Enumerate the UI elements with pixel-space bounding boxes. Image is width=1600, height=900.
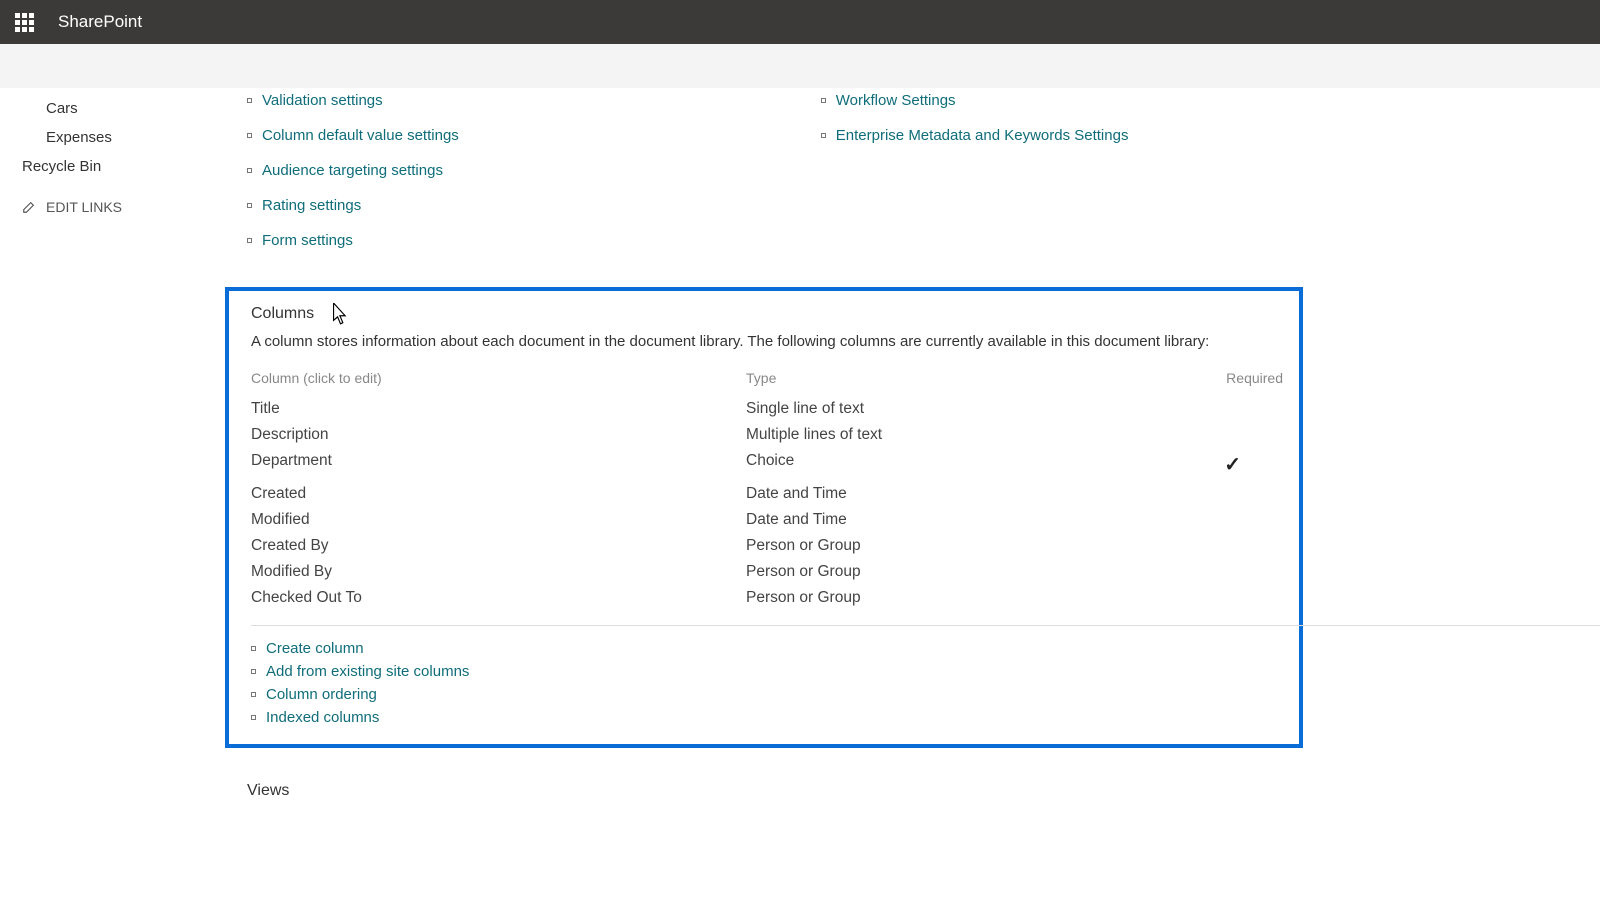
bullet-icon <box>247 98 252 103</box>
column-action-label: Add from existing site columns <box>266 663 469 680</box>
bullet-icon <box>251 692 256 697</box>
column-name-link[interactable]: Description <box>251 426 746 444</box>
column-action-link[interactable]: Create column <box>251 640 1299 657</box>
table-row: ModifiedDate and Time <box>251 507 1299 533</box>
settings-link-label: Rating settings <box>262 197 361 214</box>
table-row: TitleSingle line of text <box>251 396 1299 422</box>
column-name-link[interactable]: Department <box>251 452 746 477</box>
column-action-link[interactable]: Column ordering <box>251 686 1299 703</box>
column-type: Date and Time <box>746 485 1196 503</box>
settings-link[interactable]: Validation settings <box>247 92 459 109</box>
sidebar-item-cars[interactable]: Cars <box>0 94 225 123</box>
columns-header-type: Type <box>746 370 1196 386</box>
table-row: CreatedDate and Time <box>251 481 1299 507</box>
columns-heading: Columns <box>251 305 1299 323</box>
column-name-link[interactable]: Checked Out To <box>251 589 746 607</box>
pencil-icon <box>22 200 36 214</box>
settings-link-label: Column default value settings <box>262 127 459 144</box>
column-type: Person or Group <box>746 589 1196 607</box>
column-required: ✓ <box>1196 452 1299 477</box>
checkmark-icon: ✓ <box>1224 454 1283 476</box>
column-required <box>1196 426 1299 444</box>
bullet-icon <box>247 168 252 173</box>
settings-link-label: Audience targeting settings <box>262 162 443 179</box>
column-type: Multiple lines of text <box>746 426 1196 444</box>
column-required <box>1196 400 1299 418</box>
settings-link-label: Enterprise Metadata and Keywords Setting… <box>836 127 1129 144</box>
columns-table: Column (click to edit) Type Required Tit… <box>251 366 1299 611</box>
top-bar: SharePoint <box>0 0 1600 44</box>
settings-link[interactable]: Form settings <box>247 232 459 249</box>
column-type: Date and Time <box>746 511 1196 529</box>
brand-title: SharePoint <box>58 12 142 32</box>
table-row: DescriptionMultiple lines of text <box>251 422 1299 448</box>
columns-header-required: Required <box>1196 370 1299 386</box>
general-settings-links-right: Workflow Settings Enterprise Metadata and… <box>799 92 1129 249</box>
column-name-link[interactable]: Modified <box>251 511 746 529</box>
settings-link-label: Validation settings <box>262 92 383 109</box>
bullet-icon <box>247 238 252 243</box>
bullet-icon <box>247 203 252 208</box>
column-type: Choice <box>746 452 1196 477</box>
main-content: Validation settings Column default value … <box>225 88 1600 840</box>
divider <box>251 625 1600 626</box>
bullet-icon <box>247 133 252 138</box>
column-actions: Create column Add from existing site colu… <box>251 640 1299 726</box>
column-name-link[interactable]: Title <box>251 400 746 418</box>
bullet-icon <box>251 669 256 674</box>
sidebar-item-recycle-bin[interactable]: Recycle Bin <box>0 152 225 181</box>
settings-link[interactable]: Enterprise Metadata and Keywords Setting… <box>821 127 1129 144</box>
columns-section: Columns A column stores information abou… <box>225 287 1303 748</box>
column-action-label: Indexed columns <box>266 709 379 726</box>
column-name-link[interactable]: Created By <box>251 537 746 555</box>
views-heading: Views <box>225 782 1600 800</box>
column-action-link[interactable]: Indexed columns <box>251 709 1299 726</box>
settings-link[interactable]: Workflow Settings <box>821 92 1129 109</box>
column-required <box>1196 537 1299 555</box>
column-name-link[interactable]: Created <box>251 485 746 503</box>
table-row: Checked Out ToPerson or Group <box>251 585 1299 611</box>
table-row: Created ByPerson or Group <box>251 533 1299 559</box>
table-row: Modified ByPerson or Group <box>251 559 1299 585</box>
sidebar-item-expenses[interactable]: Expenses <box>0 123 225 152</box>
left-navigation: Cars Expenses Recycle Bin EDIT LINKS <box>0 88 225 840</box>
settings-link-label: Workflow Settings <box>836 92 956 109</box>
settings-link[interactable]: Column default value settings <box>247 127 459 144</box>
general-settings-links: Validation settings Column default value … <box>225 92 459 249</box>
column-action-label: Column ordering <box>266 686 377 703</box>
columns-description: A column stores information about each d… <box>251 333 1299 350</box>
app-launcher-icon[interactable] <box>8 6 40 38</box>
column-required <box>1196 511 1299 529</box>
edit-links-button[interactable]: EDIT LINKS <box>0 181 225 221</box>
column-type: Person or Group <box>746 563 1196 581</box>
column-type: Single line of text <box>746 400 1196 418</box>
settings-link[interactable]: Rating settings <box>247 197 459 214</box>
column-action-label: Create column <box>266 640 364 657</box>
column-required <box>1196 485 1299 503</box>
column-required <box>1196 589 1299 607</box>
columns-header-name: Column (click to edit) <box>251 370 746 386</box>
settings-link-label: Form settings <box>262 232 353 249</box>
edit-links-label: EDIT LINKS <box>46 199 122 215</box>
column-name-link[interactable]: Modified By <box>251 563 746 581</box>
bullet-icon <box>821 133 826 138</box>
bullet-icon <box>821 98 826 103</box>
table-row: DepartmentChoice ✓ <box>251 448 1299 481</box>
bullet-icon <box>251 715 256 720</box>
bullet-icon <box>251 646 256 651</box>
column-type: Person or Group <box>746 537 1196 555</box>
column-action-link[interactable]: Add from existing site columns <box>251 663 1299 680</box>
ribbon-bar <box>0 44 1600 88</box>
column-required <box>1196 563 1299 581</box>
settings-link[interactable]: Audience targeting settings <box>247 162 459 179</box>
